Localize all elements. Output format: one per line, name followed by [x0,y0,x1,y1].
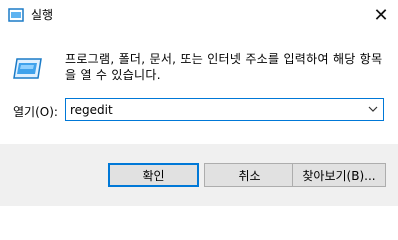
title-bar: 실행 ✕ [0,0,398,31]
open-input[interactable] [70,101,360,118]
cancel-button[interactable]: 취소 [204,163,295,187]
close-icon: ✕ [373,4,389,26]
window-title: 실행 [31,8,54,22]
open-combobox[interactable] [65,98,384,121]
close-button[interactable]: ✕ [364,0,398,31]
browse-button[interactable]: 찾아보기(B)... [292,163,386,187]
button-bar: 확인 취소 찾아보기(B)... [0,144,398,206]
run-dialog-icon [8,8,24,22]
chevron-down-icon[interactable] [367,103,379,115]
open-label: 열기(O): [13,105,58,119]
run-program-icon [13,58,42,79]
description-text: 프로그램, 폴더, 문서, 또는 인터넷 주소를 입력하여 해당 항목을 열 수… [65,52,383,82]
dialog-content: 프로그램, 폴더, 문서, 또는 인터넷 주소를 입력하여 해당 항목을 열 수… [0,31,398,144]
ok-button[interactable]: 확인 [108,163,199,187]
